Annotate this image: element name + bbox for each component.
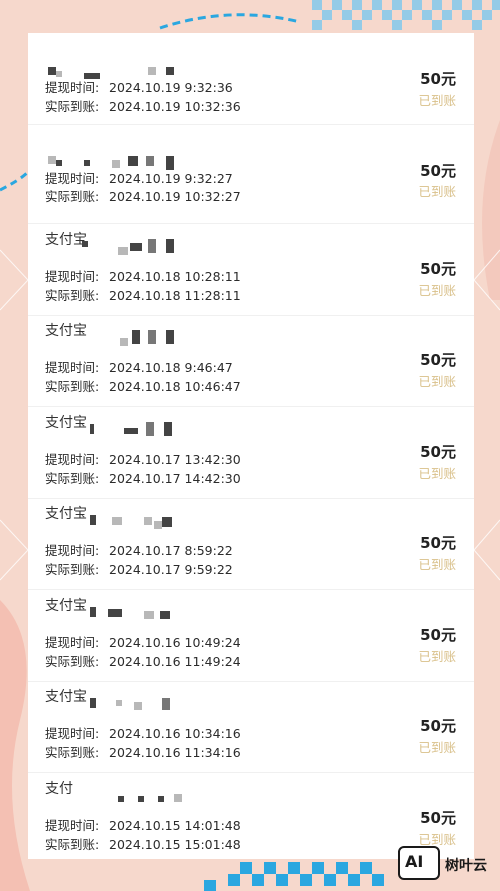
withdraw-time: 提现时间: 2024.10.18 9:46:47 bbox=[45, 360, 233, 375]
amount: 50元 bbox=[420, 351, 456, 369]
list-item[interactable]: 支付宝 提现时间: 2024.10.18 9:46:47 实际到账: 2024.10… bbox=[28, 315, 474, 407]
brand-name: 树叶云 bbox=[445, 858, 487, 874]
arrive-time: 实际到账: 2024.10.15 15:01:48 bbox=[45, 837, 241, 852]
status-label: 已到账 bbox=[418, 466, 456, 481]
account-name: 支付 bbox=[45, 781, 73, 797]
list-item[interactable]: 支付宝 提现时间: 2024.10.16 10:49:24 实际到账: 2024.1… bbox=[28, 590, 474, 682]
withdraw-time: 提现时间: 2024.10.19 9:32:27 bbox=[45, 171, 233, 186]
list-item[interactable]: 支付宝 提现时间: 2024.10.17 8:59:22 实际到账: 2024.10… bbox=[28, 498, 474, 590]
amount: 50元 bbox=[420, 717, 456, 735]
amount: 50元 bbox=[420, 443, 456, 461]
withdrawal-record-list: 提现时间: 2024.10.19 9:32:36 实际到账: 2024.10.19 … bbox=[28, 33, 474, 859]
list-item[interactable]: 支付宝 提现时间: 2024.10.17 13:42:30 实际到账: 2024.1… bbox=[28, 407, 474, 499]
status-label: 已到账 bbox=[418, 557, 456, 572]
account-name: 支付宝 bbox=[45, 323, 87, 339]
amount: 50元 bbox=[420, 626, 456, 644]
amount: 50元 bbox=[420, 162, 456, 180]
status-label: 已到账 bbox=[418, 283, 456, 298]
status-label: 已到账 bbox=[418, 740, 456, 755]
watermark: AI 树叶云 bbox=[398, 846, 490, 882]
arrive-time: 实际到账: 2024.10.19 10:32:36 bbox=[45, 99, 241, 114]
arrive-time: 实际到账: 2024.10.19 10:32:27 bbox=[45, 189, 241, 204]
arrive-time: 实际到账: 2024.10.18 11:28:11 bbox=[45, 288, 241, 303]
account-name: 支付宝 bbox=[45, 415, 87, 431]
list-item[interactable]: 提现时间: 2024.10.19 9:32:27 实际到账: 2024.10.19 … bbox=[28, 132, 474, 224]
arrive-time: 实际到账: 2024.10.16 11:34:16 bbox=[45, 745, 241, 760]
amount: 50元 bbox=[420, 70, 456, 88]
arrive-time: 实际到账: 2024.10.17 14:42:30 bbox=[45, 471, 241, 486]
arrive-time: 实际到账: 2024.10.18 10:46:47 bbox=[45, 379, 241, 394]
withdraw-time: 提现时间: 2024.10.17 8:59:22 bbox=[45, 543, 233, 558]
status-label: 已到账 bbox=[418, 649, 456, 664]
account-name: 支付宝 bbox=[45, 506, 87, 522]
account-name: 支付宝 bbox=[45, 689, 87, 705]
list-item[interactable]: 支付宝 提现时间: 2024.10.16 10:34:16 实际到账: 2024.1… bbox=[28, 681, 474, 773]
arrive-time: 实际到账: 2024.10.17 9:59:22 bbox=[45, 562, 233, 577]
amount: 50元 bbox=[420, 260, 456, 278]
amount: 50元 bbox=[420, 809, 456, 827]
status-label: 已到账 bbox=[418, 93, 456, 108]
withdraw-time: 提现时间: 2024.10.19 9:32:36 bbox=[45, 80, 233, 95]
amount: 50元 bbox=[420, 534, 456, 552]
status-label: 已到账 bbox=[418, 184, 456, 199]
list-item[interactable]: 提现时间: 2024.10.19 9:32:36 实际到账: 2024.10.19 … bbox=[28, 33, 474, 125]
withdraw-time: 提现时间: 2024.10.16 10:49:24 bbox=[45, 635, 241, 650]
withdraw-time: 提现时间: 2024.10.18 10:28:11 bbox=[45, 269, 241, 284]
account-name: 支付宝 bbox=[45, 232, 87, 248]
status-label: 已到账 bbox=[418, 374, 456, 389]
withdraw-time: 提现时间: 2024.10.16 10:34:16 bbox=[45, 726, 241, 741]
withdraw-time: 提现时间: 2024.10.17 13:42:30 bbox=[45, 452, 241, 467]
ai-logo-icon: AI bbox=[398, 846, 440, 880]
account-name: 支付宝 bbox=[45, 598, 87, 614]
list-item[interactable]: 支付宝 提现时间: 2024.10.18 10:28:11 实际到账: 2024.1… bbox=[28, 224, 474, 316]
arrive-time: 实际到账: 2024.10.16 11:49:24 bbox=[45, 654, 241, 669]
withdraw-time: 提现时间: 2024.10.15 14:01:48 bbox=[45, 818, 241, 833]
